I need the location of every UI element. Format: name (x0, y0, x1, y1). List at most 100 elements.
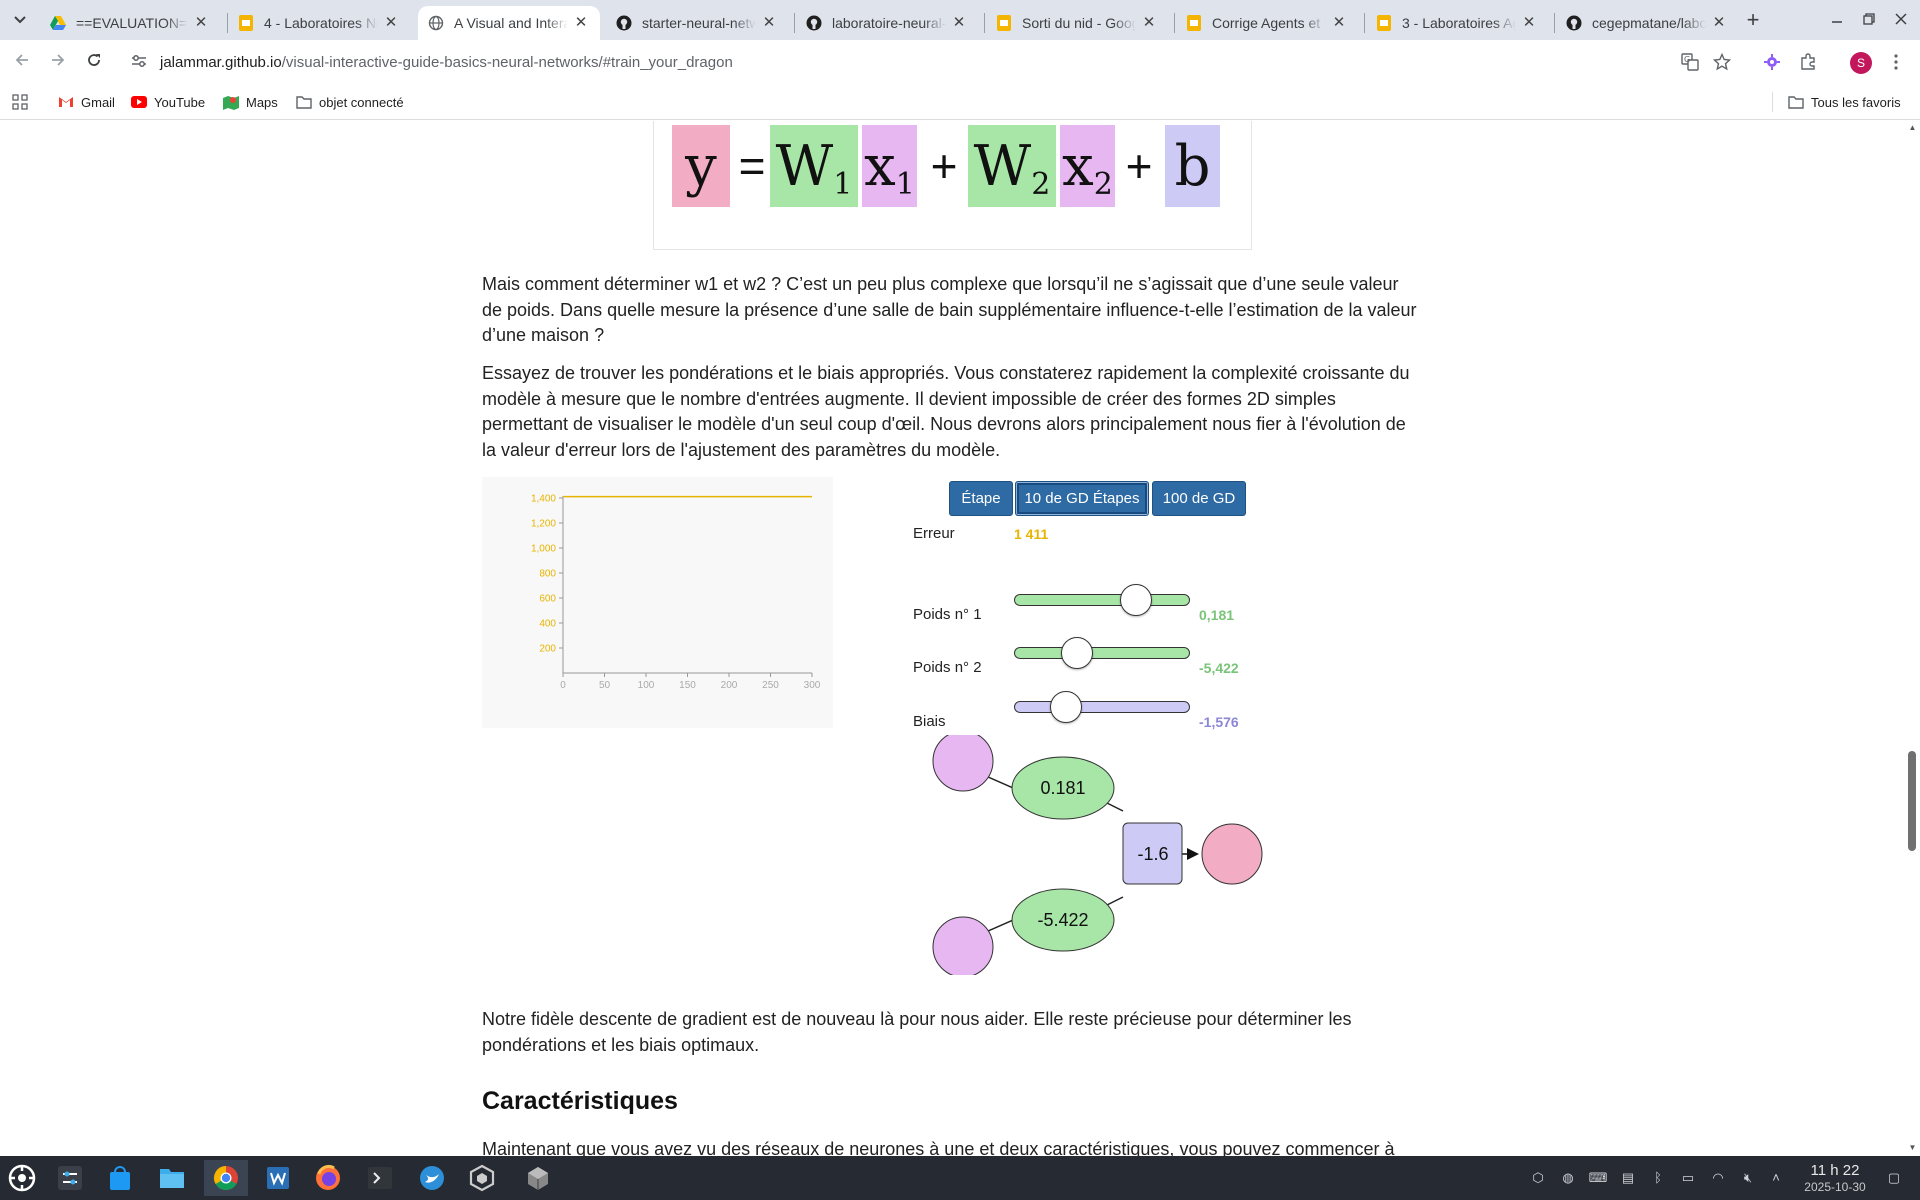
scroll-down-icon[interactable]: ▼ (1908, 1143, 1917, 1152)
show-desktop-icon[interactable]: ▢ (1884, 1168, 1904, 1188)
tab-title: Corrige Agents et É (1212, 15, 1326, 31)
profile-avatar[interactable]: S (1850, 52, 1872, 74)
tray-vpn-icon[interactable]: ⬡ (1528, 1168, 1548, 1188)
unity-editor-app[interactable] (516, 1160, 560, 1196)
paragraph-2: Essayez de trouver les pondérations et l… (482, 363, 1410, 460)
close-icon[interactable]: ✕ (1520, 14, 1538, 32)
tab-8[interactable]: cegepmatane/labo ✕ (1556, 6, 1738, 40)
weight2-slider-handle[interactable] (1060, 637, 1093, 669)
google-slides-icon (238, 15, 254, 31)
kdevelop-app[interactable] (410, 1160, 454, 1196)
libreoffice-app[interactable] (256, 1160, 300, 1196)
tab-4[interactable]: laboratoire-neural- ✕ (796, 6, 978, 40)
tab-1[interactable]: 4 - Laboratoires Ne ✕ (228, 6, 410, 40)
tab-search-button[interactable] (8, 8, 32, 32)
y-tick-label: 1,000 (531, 544, 556, 555)
tray-update-icon[interactable]: ◍ (1558, 1168, 1578, 1188)
tab-0[interactable]: ==EVALUATION== - ✕ (40, 6, 220, 40)
google-slides-icon (996, 15, 1012, 31)
back-button[interactable] (10, 50, 34, 74)
chrome-app[interactable] (204, 1160, 248, 1196)
system-settings-icon (58, 1166, 82, 1190)
new-tab-button[interactable]: + (1740, 8, 1766, 34)
tray-display-icon[interactable]: ▭ (1678, 1168, 1698, 1188)
start-menu-button[interactable] (0, 1160, 44, 1196)
apps-grid-icon[interactable] (12, 92, 28, 112)
tab-6[interactable]: Corrige Agents et É ✕ (1176, 6, 1358, 40)
weight1-slider[interactable] (1014, 584, 1190, 616)
bookmark-folder-objet[interactable]: objet connecté (296, 92, 404, 112)
tab-7[interactable]: 3 - Laboratoires Ag ✕ (1366, 6, 1548, 40)
all-bookmarks-folder[interactable]: Tous les favoris (1788, 92, 1901, 112)
weight1-slider-handle[interactable] (1120, 584, 1153, 616)
y-tick-label: 400 (539, 619, 556, 630)
minimize-button[interactable] (1824, 8, 1850, 32)
file-manager-app[interactable] (150, 1160, 194, 1196)
scroll-up-icon[interactable]: ▲ (1908, 123, 1917, 132)
restore-button[interactable] (1856, 8, 1882, 32)
close-icon[interactable]: ✕ (760, 14, 778, 32)
close-icon[interactable]: ✕ (572, 14, 590, 32)
page-scrollbar[interactable]: ▲ ▼ (1905, 121, 1920, 1156)
step-button[interactable]: Étape (949, 481, 1013, 516)
unity-app[interactable] (460, 1160, 504, 1196)
close-icon[interactable]: ✕ (1710, 14, 1728, 32)
bias-node-label: -1.6 (1137, 844, 1168, 864)
close-window-button[interactable] (1888, 8, 1914, 32)
arrow-right-icon (52, 54, 65, 66)
error-label: Erreur (913, 525, 955, 542)
discover-app[interactable] (98, 1160, 142, 1196)
tab-2-active[interactable]: A Visual and Intera ✕ (418, 6, 600, 40)
translate-icon[interactable]: G (1678, 50, 1702, 74)
site-info-icon[interactable] (128, 54, 150, 71)
paragraph-1: Mais comment déterminer w1 et w2 ? C’est… (482, 274, 1417, 345)
weight2-slider[interactable] (1014, 637, 1190, 669)
close-icon[interactable]: ✕ (382, 14, 400, 32)
close-icon[interactable]: ✕ (950, 14, 968, 32)
scrollbar-thumb[interactable] (1908, 751, 1916, 851)
close-icon[interactable]: ✕ (1140, 14, 1158, 32)
tab-strip: ==EVALUATION== - ✕ 4 - Laboratoires Ne ✕… (0, 0, 1920, 40)
address-bar[interactable]: jalammar.github.io/visual-interactive-gu… (124, 45, 1734, 79)
bookmark-label: Maps (246, 94, 278, 110)
y-tick-label: 800 (539, 569, 556, 580)
terminal-app[interactable] (358, 1160, 402, 1196)
tray-wifi-icon[interactable]: ◠ (1708, 1168, 1728, 1188)
formula-plus: + (1125, 140, 1153, 192)
clock[interactable]: 11 h 22 2025-10-30 (1790, 1162, 1880, 1194)
tray-volume-muted-icon[interactable]: 🔇︎ (1738, 1168, 1758, 1188)
reload-button[interactable] (82, 50, 106, 74)
clock-date: 2025-10-30 (1804, 1180, 1866, 1194)
bookmark-star-icon[interactable] (1710, 50, 1734, 74)
settings-app[interactable] (48, 1160, 92, 1196)
extensions-icon[interactable] (1796, 50, 1820, 74)
bookmark-youtube[interactable]: YouTube (131, 92, 205, 112)
tray-expand-icon[interactable]: ˄ (1766, 1168, 1786, 1188)
firefox-app[interactable] (306, 1160, 350, 1196)
bias-slider-handle[interactable] (1050, 691, 1083, 723)
y-tick-label: 600 (539, 594, 556, 605)
tab-title: laboratoire-neural- (832, 15, 946, 31)
start-menu-icon (8, 1164, 36, 1192)
bookmark-label: Gmail (81, 94, 115, 110)
bias-slider[interactable] (1014, 691, 1190, 723)
gd-100-steps-button[interactable]: 100 de GD (1152, 481, 1246, 516)
tray-clipboard-icon[interactable]: ▤ (1618, 1168, 1638, 1188)
formula-x2: x2 (1060, 125, 1115, 207)
close-icon[interactable]: ✕ (1330, 14, 1348, 32)
bookmark-maps[interactable]: Maps (223, 92, 278, 112)
extension-puzzle-color-icon[interactable] (1760, 50, 1784, 74)
x-tick-label: 0 (560, 680, 566, 691)
svg-text:G: G (1684, 55, 1690, 64)
more-menu-icon[interactable] (1884, 50, 1908, 74)
tray-bluetooth-icon[interactable]: ᛒ (1648, 1168, 1668, 1188)
bias-value: -1,576 (1199, 714, 1239, 730)
terminal-icon (368, 1167, 392, 1189)
tray-keyboard-icon[interactable]: ⌨ (1588, 1168, 1608, 1188)
forward-button[interactable] (46, 50, 70, 74)
tab-3[interactable]: starter-neural-netw ✕ (606, 6, 788, 40)
bookmark-gmail[interactable]: Gmail (58, 92, 115, 112)
gd-10-steps-button[interactable]: 10 de GD Étapes (1015, 481, 1149, 516)
close-icon[interactable]: ✕ (192, 14, 210, 32)
tab-5[interactable]: Sorti du nid - Googl ✕ (986, 6, 1168, 40)
